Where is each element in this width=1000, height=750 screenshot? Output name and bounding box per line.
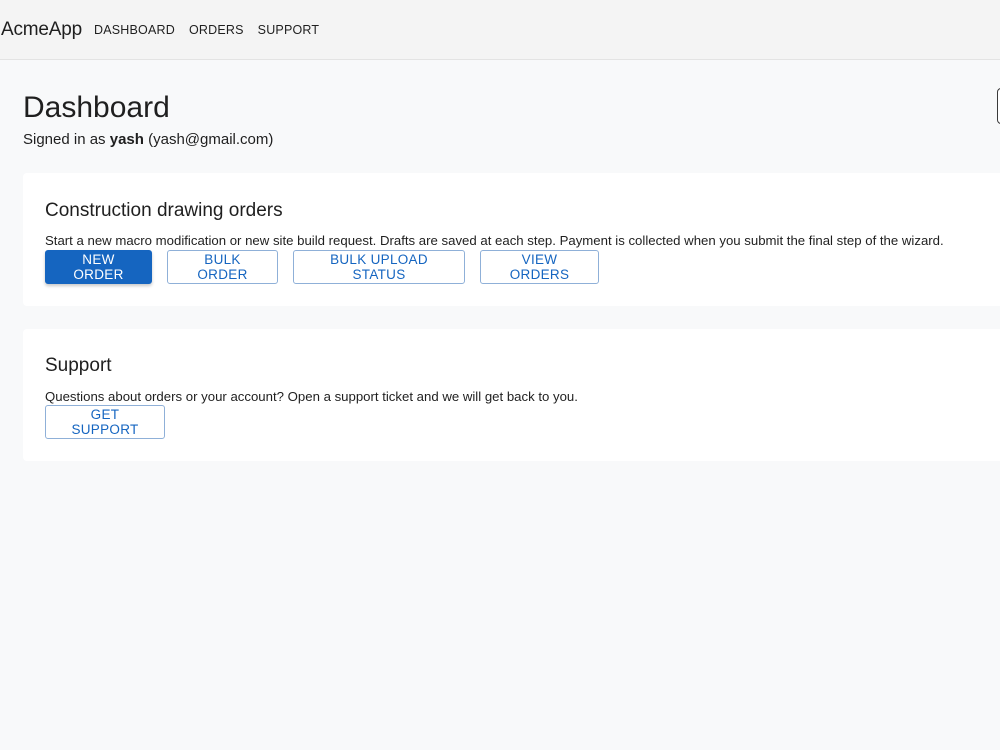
orders-button-row: NEW ORDER BULK ORDER BULK UPLOAD STATUS … <box>45 250 614 284</box>
signed-in-username: yash <box>109 131 144 148</box>
view-orders-button[interactable]: VIEW ORDERS <box>480 250 599 284</box>
bulk-upload-status-button[interactable]: BULK UPLOAD STATUS <box>293 250 465 284</box>
get-support-button[interactable]: GET SUPPORT <box>45 405 165 439</box>
signed-in-text: Signed in as yash (yash@gmail.com) <box>23 131 273 148</box>
signed-in-prefix: Signed in as <box>23 131 110 148</box>
support-card-title: Support <box>45 355 112 376</box>
signed-in-email: (yash@gmail.com) <box>148 131 274 148</box>
orders-card: Construction drawing orders Start a new … <box>23 173 1000 306</box>
bulk-order-button[interactable]: BULK ORDER <box>167 250 278 284</box>
support-card-description: Questions about orders or your account? … <box>45 389 578 404</box>
new-order-button[interactable]: NEW ORDER <box>45 250 152 284</box>
support-button-row: GET SUPPORT <box>45 405 180 439</box>
nav-link-support[interactable]: SUPPORT <box>258 23 320 37</box>
app-brand[interactable]: AcmeApp <box>1 19 82 41</box>
nav-link-orders[interactable]: ORDERS <box>189 23 244 37</box>
page-title: Dashboard <box>23 91 170 124</box>
orders-card-description: Start a new macro modification or new si… <box>45 233 944 248</box>
nav-link-dashboard[interactable]: DASHBOARD <box>94 23 175 37</box>
top-app-bar: AcmeApp DASHBOARD ORDERS SUPPORT <box>0 0 1000 60</box>
support-card: Support Questions about orders or your a… <box>23 329 1000 461</box>
orders-card-title: Construction drawing orders <box>45 200 283 221</box>
